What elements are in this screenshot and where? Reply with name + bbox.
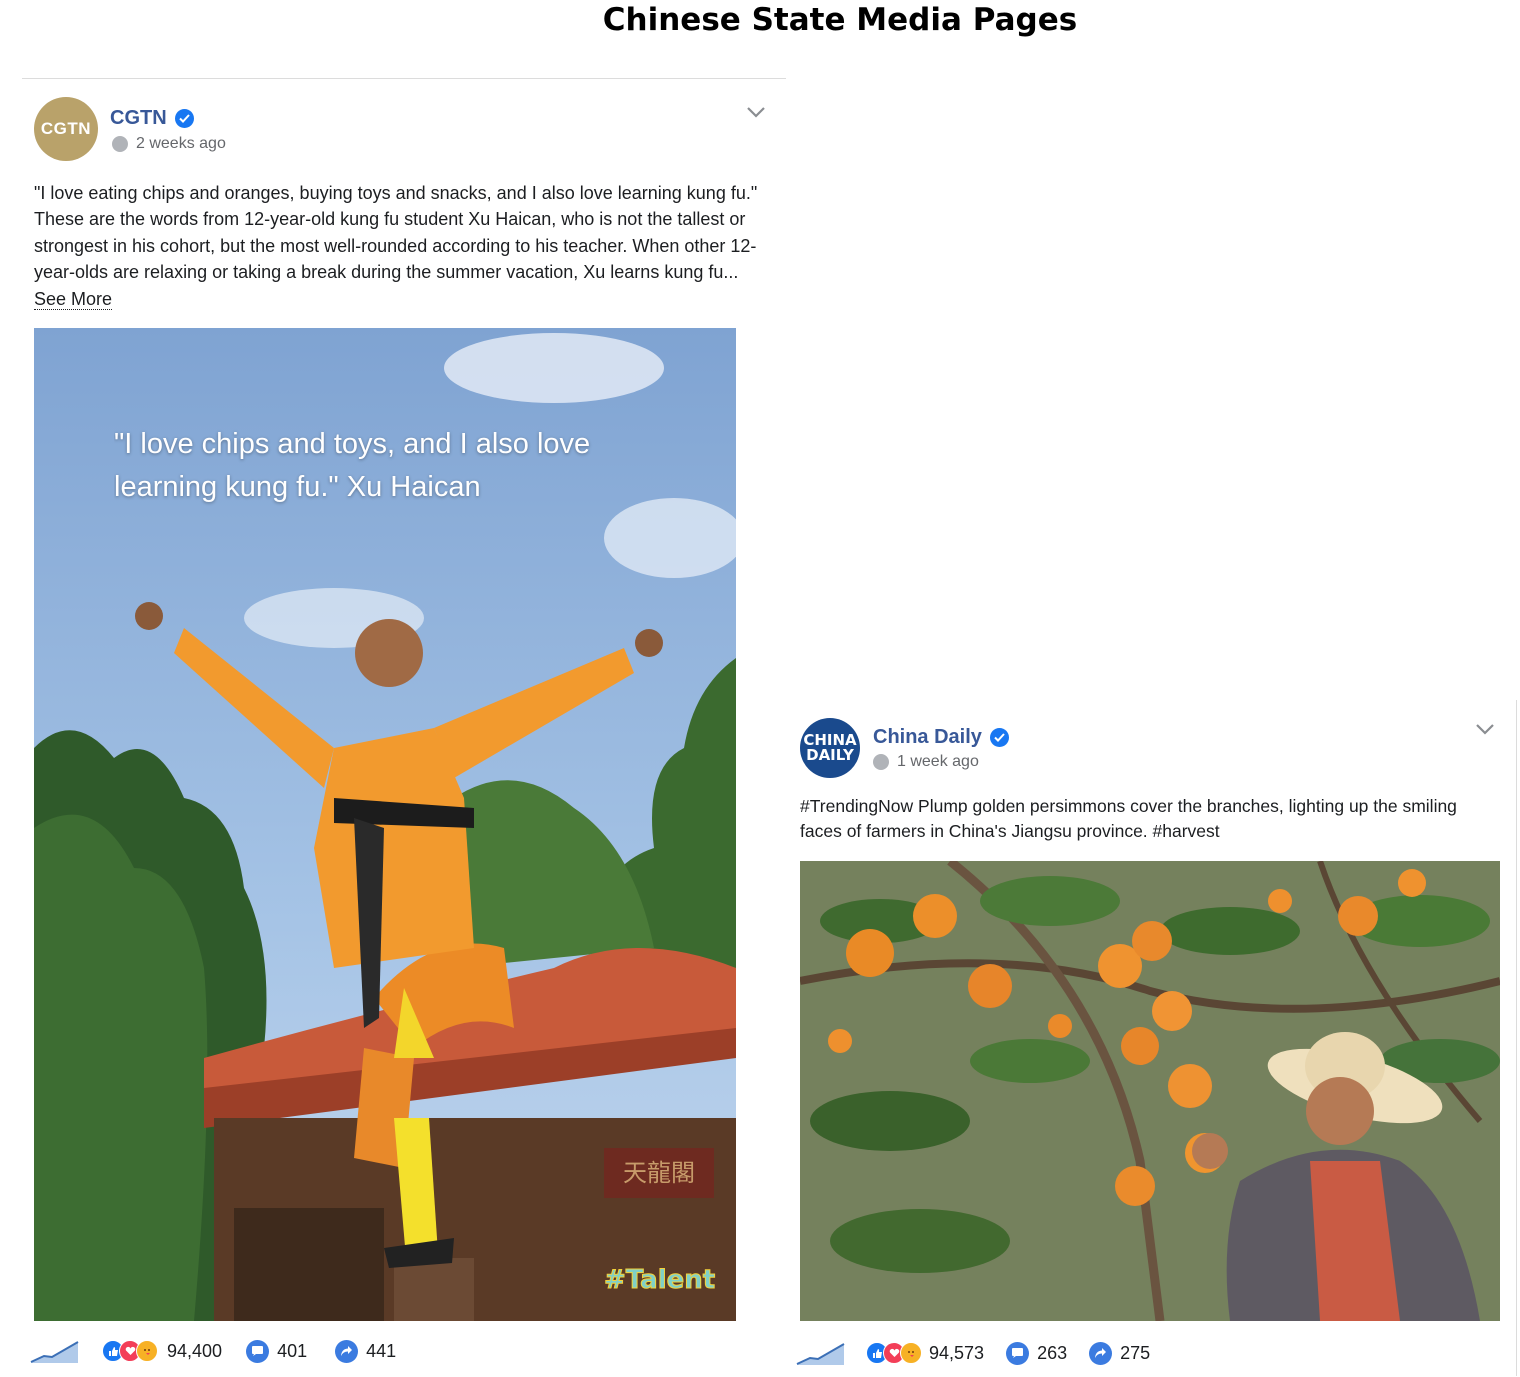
talent-sticker: #Talent [604,1265,715,1295]
post-text: "I love eating chips and oranges, buying… [34,183,758,283]
avatar-logo-text: CGTN [40,119,92,138]
comment-icon[interactable] [1006,1341,1030,1365]
reaction-icons[interactable] [102,1340,158,1362]
globe-icon [873,754,889,770]
reaction-icons[interactable] [866,1342,922,1364]
china-daily-avatar[interactable]: CHINA DAILY [800,718,860,778]
verified-badge-icon [174,109,194,128]
overlay-quote: "I love chips and toys, and I also love … [114,428,591,503]
cgtn-avatar[interactable]: CGTN [34,97,98,161]
post-time[interactable]: 1 week ago [897,753,979,771]
page-name[interactable]: China Daily [873,726,982,749]
post-body: "I love eating chips and oranges, buying… [34,180,774,312]
post-text: #TrendingNow Plump golden persimmons cov… [800,796,1457,841]
cgtn-page-name-link[interactable]: CGTN [110,107,194,130]
cgtn-post: CGTN CGTN 2 weeks ago "I love eating chi… [22,78,786,1377]
china-daily-post: CHINA DAILY China Daily 1 week ago #Tren… [786,700,1517,1376]
chevron-down-icon[interactable] [746,105,766,119]
trend-graph-icon[interactable] [796,1340,846,1366]
share-icon[interactable] [335,1339,359,1363]
comment-icon[interactable] [246,1339,270,1363]
page-name[interactable]: CGTN [110,107,167,130]
post-meta: 2 weeks ago [112,135,226,153]
reaction-count[interactable]: 94,573 [929,1343,984,1364]
kung-fu-photo[interactable]: 天龍閣 "I love chips and toys, and I also l… [34,328,736,1321]
comment-count[interactable]: 401 [277,1341,307,1362]
care-reaction-icon [900,1342,922,1364]
share-count[interactable]: 441 [366,1341,396,1362]
persimmon-photo[interactable] [800,861,1500,1321]
page-title: Chinese State Media Pages [602,2,1078,38]
see-more-link[interactable]: See More [34,288,113,310]
post-meta: 1 week ago [873,753,979,771]
comment-count[interactable]: 263 [1037,1343,1067,1364]
cgtn-stats-row: 94,400 401 441 [30,1335,396,1367]
post-body: #TrendingNow Plump golden persimmons cov… [800,794,1500,844]
chevron-down-icon[interactable] [1475,722,1495,736]
avatar-logo-line-2: DAILY [806,746,854,764]
share-icon[interactable] [1089,1341,1113,1365]
verified-badge-icon [989,728,1009,747]
share-count[interactable]: 275 [1120,1343,1150,1364]
reaction-count[interactable]: 94,400 [167,1341,222,1362]
globe-icon [112,136,128,152]
trend-graph-icon[interactable] [30,1338,80,1364]
temple-sign-text: 天龍閣 [623,1159,695,1187]
china-daily-page-name-link[interactable]: China Daily [873,726,1009,749]
post-time[interactable]: 2 weeks ago [136,135,226,153]
china-daily-stats-row: 94,573 263 275 [796,1337,1150,1369]
care-reaction-icon [136,1340,158,1362]
